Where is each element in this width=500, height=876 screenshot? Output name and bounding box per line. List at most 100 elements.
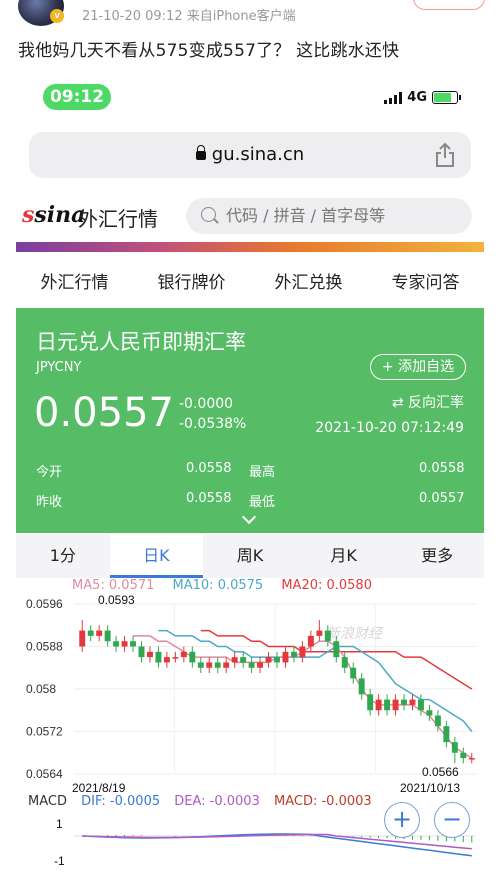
macd-value-label: MACD: -0.0003 (274, 794, 372, 809)
quote-change: -0.0000 -0.0538% (179, 394, 246, 434)
battery-icon (432, 91, 461, 104)
candle (316, 630, 323, 636)
kline-chart[interactable]: MA5: 0.0571 MA10: 0.0575 MA20: 0.0580 0.… (16, 578, 484, 876)
search-icon (201, 207, 216, 222)
nav-item-expert-qa[interactable]: 专家问答 (367, 259, 484, 307)
url-display: gu.sina.cn (29, 144, 471, 165)
follow-button[interactable] (413, 0, 485, 10)
candle (468, 758, 475, 760)
search-input[interactable]: 代码 / 拼音 / 首字母等 (186, 198, 472, 234)
high-label: 最高 (249, 465, 276, 480)
chevron-down-icon[interactable] (241, 509, 257, 525)
nav-item-forex-quotes[interactable]: 外汇行情 (16, 259, 133, 307)
candle (189, 651, 196, 663)
prev-value: 0.0558 (186, 491, 232, 506)
embedded-screenshot: 09:12 4G gu.sina.cn ssina 外汇行情 代码 / 拼音 /… (16, 76, 484, 876)
change-value: -0.0000 (179, 396, 234, 412)
candle (214, 662, 221, 668)
high-value: 0.0558 (419, 461, 465, 476)
quote-time: 2021-10-20 07:12:49 (315, 420, 464, 436)
candle (384, 699, 391, 711)
zoom-in-button[interactable]: + (384, 802, 420, 838)
candle (248, 662, 255, 668)
candle (223, 662, 230, 668)
candle (375, 699, 382, 711)
dea-line (82, 833, 472, 850)
candle (138, 646, 145, 658)
y-tick-label: 0.0588 (26, 640, 63, 654)
macd-legend: MACD DIF: -0.0005 DEA: -0.0003 MACD: -0.… (28, 794, 382, 809)
candle (460, 752, 467, 759)
dea-label: DEA: -0.0003 (174, 794, 260, 809)
status-icons: 4G (384, 90, 461, 105)
quote-code: JPYCNY (36, 360, 82, 375)
candle (163, 657, 170, 663)
reverse-rate-link[interactable]: ⇄ 反向汇率 (392, 392, 464, 412)
candle (197, 662, 204, 668)
candle (257, 662, 264, 668)
open-value: 0.0558 (186, 461, 232, 476)
candle (324, 630, 331, 642)
candle (333, 641, 340, 658)
sina-logo[interactable]: ssina (22, 202, 85, 228)
tab-more[interactable]: 更多 (390, 534, 484, 578)
candle (121, 641, 128, 647)
y-tick-label: 0.0564 (26, 767, 63, 781)
max-label: 0.0593 (98, 593, 135, 607)
candle (265, 657, 272, 663)
candle (113, 641, 120, 647)
x-start-label: 2021/8/19 (72, 781, 126, 795)
change-percent: -0.0538% (179, 416, 247, 432)
y-tick-label: 0.0572 (26, 725, 63, 739)
lock-icon (195, 144, 206, 160)
candle (350, 667, 357, 679)
nav-item-bank-rates[interactable]: 银行牌价 (133, 259, 250, 307)
candle (240, 657, 247, 663)
candle (307, 635, 314, 647)
chart-tabs: 1分 日K 周K 月K 更多 (16, 534, 484, 578)
candle (282, 651, 289, 663)
candle (401, 699, 407, 705)
status-time: 09:12 (43, 84, 111, 110)
main-nav: 外汇行情 银行牌价 外汇兑换 专家问答 (16, 259, 484, 307)
tab-daily[interactable]: 日K (109, 534, 204, 578)
verified-badge-icon: v (50, 9, 64, 23)
post-header: v 21-10-20 09:12 来自iPhone客户端 (0, 0, 500, 28)
nav-item-exchange[interactable]: 外汇兑换 (250, 259, 367, 307)
tab-monthly[interactable]: 月K (297, 534, 391, 578)
zoom-out-button[interactable]: − (434, 802, 470, 838)
macd-ytick: 1 (56, 817, 63, 831)
y-tick-label: 0.0596 (26, 597, 63, 611)
address-bar[interactable]: gu.sina.cn (29, 132, 471, 178)
min-label: 0.0566 (422, 765, 459, 779)
candle (172, 657, 179, 659)
candle (274, 657, 280, 663)
x-end-label: 2021/10/13 (400, 781, 460, 795)
candle (367, 694, 374, 711)
quote-panel: 日元兑人民币即期汇率 JPYCNY + 添加自选 0.0557 -0.0000 … (16, 308, 484, 533)
tab-weekly[interactable]: 周K (203, 534, 297, 578)
share-icon[interactable] (433, 142, 457, 168)
add-watchlist-button[interactable]: + 添加自选 (370, 354, 466, 380)
quote-price: 0.0557 (34, 390, 174, 436)
macd-ytick: -1 (54, 854, 65, 868)
low-value: 0.0557 (419, 491, 465, 506)
post-text: 我他妈几天不看从575变成557了？ 这比跳水还快 (18, 41, 400, 61)
candle (417, 699, 424, 711)
candle (206, 662, 213, 668)
candle (96, 630, 103, 636)
ma10-line (158, 629, 473, 732)
candle (290, 651, 297, 658)
y-tick-label: 0.058 (26, 682, 56, 696)
tab-1min[interactable]: 1分 (16, 534, 110, 578)
open-label: 今开 (36, 465, 63, 480)
candle (231, 657, 238, 663)
candle (147, 651, 153, 658)
candle (155, 651, 162, 663)
candle (426, 710, 433, 716)
candle (180, 651, 187, 658)
candle (451, 742, 458, 753)
candle (358, 678, 365, 695)
low-label: 最低 (249, 495, 276, 510)
candle (130, 641, 137, 647)
